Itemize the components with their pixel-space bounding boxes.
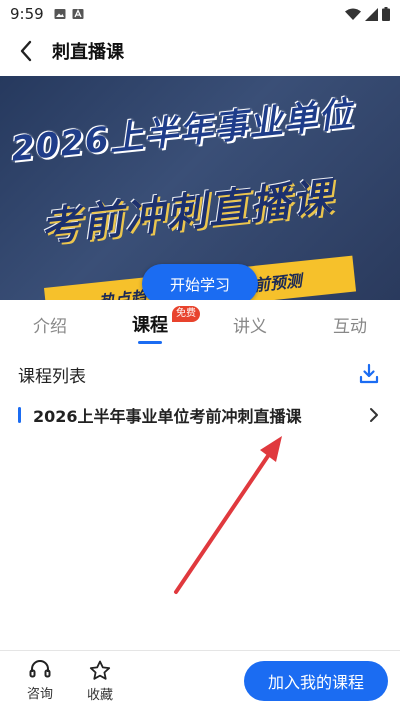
tab-interaction[interactable]: 互动 [300, 300, 400, 348]
tab-course[interactable]: 课程 免费 [100, 300, 200, 348]
wifi-icon [345, 8, 361, 20]
tab-label: 讲义 [233, 316, 267, 337]
back-arrow-icon [20, 40, 32, 62]
status-bar: 9:59 [0, 0, 400, 28]
course-item-name: 2026上半年事业单位考前冲刺直播课 [33, 407, 302, 426]
star-icon [89, 660, 111, 680]
tab-active-indicator [138, 341, 162, 344]
course-item-marker [18, 407, 21, 423]
a-icon [72, 8, 84, 19]
download-icon [359, 363, 379, 384]
nav-bar: 刺直播课 [0, 28, 400, 74]
status-time: 9:59 [10, 5, 44, 23]
status-right [345, 7, 390, 21]
banner-headline-line1: 2026上半年事业单位 [9, 94, 356, 170]
download-button[interactable] [356, 361, 382, 387]
consult-button[interactable]: 咨询 [10, 660, 70, 702]
bottom-action-bar: 咨询 收藏 加入我的课程 [0, 650, 400, 711]
tab-label: 课程 [132, 315, 168, 336]
banner-headline-line2: 考前冲刺直播课 [38, 174, 337, 252]
tab-bar: 介绍 课程 免费 讲义 互动 [0, 300, 400, 348]
image-icon [54, 9, 66, 19]
chevron-right-icon [366, 407, 382, 423]
page-title: 刺直播课 [52, 42, 124, 63]
course-list-item[interactable]: 2026上半年事业单位考前冲刺直播课 [0, 398, 400, 432]
join-my-courses-button[interactable]: 加入我的课程 [244, 661, 388, 701]
course-list-title: 课程列表 [18, 366, 86, 387]
tab-label: 互动 [333, 316, 367, 337]
start-learning-button[interactable]: 开始学习 [142, 264, 258, 300]
back-button[interactable] [6, 28, 46, 74]
tab-intro[interactable]: 介绍 [0, 300, 100, 348]
tab-label: 介绍 [33, 316, 67, 337]
free-badge: 免费 [172, 306, 200, 322]
battery-icon [382, 7, 390, 21]
status-left: 9:59 [10, 5, 84, 23]
tab-handout[interactable]: 讲义 [200, 300, 300, 348]
headset-icon [29, 660, 51, 678]
consult-label: 咨询 [26, 687, 53, 702]
favorite-button[interactable]: 收藏 [70, 660, 130, 703]
favorite-label: 收藏 [86, 687, 113, 703]
course-list-header: 课程列表 [0, 356, 400, 392]
signal-icon [365, 7, 378, 21]
annotation-arrow-icon [174, 436, 282, 594]
course-banner: 2026上半年事业单位 考前冲刺直播课 热点趋势·答题技巧·考前预测 开始学习 [0, 76, 400, 300]
